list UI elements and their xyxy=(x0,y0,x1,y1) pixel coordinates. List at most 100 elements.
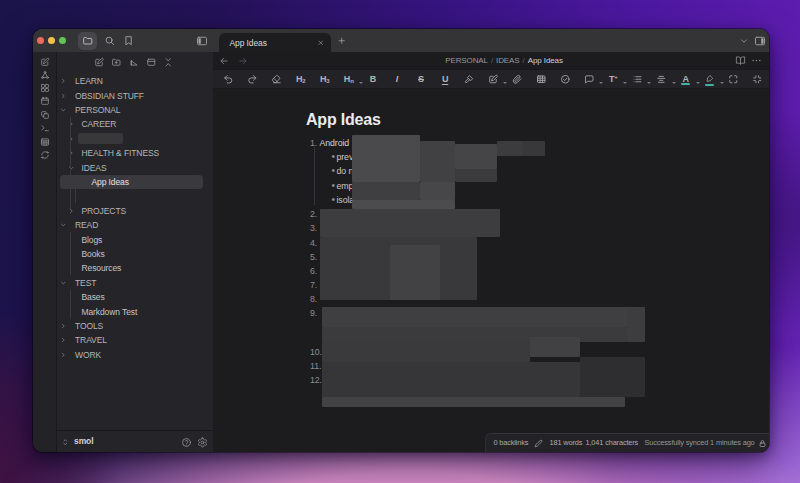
tree-label: LEARN xyxy=(75,76,103,86)
tree-label: App Ideas xyxy=(92,177,129,187)
panel-right-toggle-button[interactable] xyxy=(750,32,769,50)
fullscreen-icon[interactable] xyxy=(725,70,743,88)
eraser-icon[interactable] xyxy=(268,70,286,88)
minimize-button[interactable] xyxy=(48,37,55,44)
table-icon[interactable] xyxy=(532,70,550,88)
list-icon[interactable] xyxy=(628,70,646,88)
comment-icon[interactable] xyxy=(580,70,598,88)
tree-folder-test[interactable]: TEST xyxy=(57,276,214,290)
list-text-fragment: Android xyxy=(320,136,350,150)
new-tab-button[interactable] xyxy=(332,32,351,50)
tree-file-app-ideas[interactable]: App Ideas xyxy=(57,175,214,189)
text-size-button[interactable]: T+ xyxy=(604,70,622,88)
chevron-right-icon xyxy=(60,323,67,330)
bold-button[interactable]: B xyxy=(364,70,382,88)
zoom-button[interactable] xyxy=(59,37,66,44)
redacted-text-block xyxy=(322,342,530,362)
chevron-down-icon xyxy=(60,280,67,287)
redo-icon[interactable] xyxy=(244,70,262,88)
strikethrough-button[interactable]: S xyxy=(412,70,430,88)
font-color-button[interactable]: A xyxy=(677,70,695,88)
editor[interactable]: App Ideas 1.Android•prev•do n•emp•isola2… xyxy=(213,89,769,452)
chevron-right-icon xyxy=(68,208,75,215)
tree-file-books[interactable]: Books xyxy=(57,247,214,261)
redacted-text-block xyxy=(523,141,545,156)
underline-button[interactable]: U xyxy=(436,70,454,88)
new-note-button[interactable] xyxy=(94,57,105,68)
task-icon[interactable] xyxy=(556,70,574,88)
breadcrumb-segment[interactable]: PERSONAL xyxy=(445,56,488,65)
search-icon[interactable] xyxy=(101,32,120,50)
list-text-fragment: prev xyxy=(337,150,354,164)
tree-file-redacted[interactable] xyxy=(57,189,214,203)
sync-icon[interactable] xyxy=(33,150,57,160)
tree-folder-redacted[interactable] xyxy=(57,132,214,146)
reading-view-icon[interactable] xyxy=(735,55,746,66)
vault-switcher-icon[interactable] xyxy=(61,438,70,447)
indent-guide xyxy=(70,117,71,209)
more-options-icon[interactable] xyxy=(751,55,762,66)
glyph-label: I xyxy=(396,75,398,84)
indent-guide xyxy=(70,290,71,318)
bookmarks-icon[interactable] xyxy=(119,32,138,50)
base-icon[interactable] xyxy=(33,137,57,147)
redacted-text-block xyxy=(352,135,420,182)
heading-2-button[interactable]: H2 xyxy=(292,70,310,88)
heading-3-button[interactable]: H3 xyxy=(316,70,334,88)
templates-icon[interactable] xyxy=(33,110,57,120)
tree-folder-work[interactable]: WORK xyxy=(57,348,214,362)
tree-folder-projects[interactable]: PROJECTS xyxy=(57,204,214,218)
character-count: 1,041 characters xyxy=(586,434,639,452)
tree-file-bases[interactable]: Bases xyxy=(57,290,214,304)
tree-folder-personal[interactable]: PERSONAL xyxy=(57,103,214,117)
indent-icon[interactable] xyxy=(653,70,671,88)
tree-folder-travel[interactable]: TRAVEL xyxy=(57,333,214,347)
tree-label: HEALTH & FITNESS xyxy=(82,148,160,158)
help-icon[interactable] xyxy=(181,437,192,448)
canvas-icon[interactable] xyxy=(33,83,57,93)
sort-order-button[interactable] xyxy=(129,57,140,68)
tree-folder-career[interactable]: CAREER xyxy=(57,117,214,131)
chevron-right-icon xyxy=(60,92,67,99)
graph-view-icon[interactable] xyxy=(33,70,57,80)
exit-fullscreen-icon[interactable] xyxy=(749,70,767,88)
vault-name[interactable]: smol xyxy=(74,436,93,446)
tree-folder-tools[interactable]: TOOLS xyxy=(57,319,214,333)
tree-file-markdown-test[interactable]: Markdown Test xyxy=(57,304,214,318)
titlebar: App Ideas xyxy=(33,29,769,52)
new-note-icon[interactable] xyxy=(33,57,57,67)
breadcrumb-segment[interactable]: App Ideas xyxy=(528,56,563,65)
highlighter-icon[interactable] xyxy=(460,70,478,88)
dropdown-arrow xyxy=(599,82,603,84)
settings-icon[interactable] xyxy=(197,437,208,448)
undo-icon[interactable] xyxy=(220,70,238,88)
tree-folder-learn[interactable]: LEARN xyxy=(57,74,214,88)
tree-folder-health-fitness[interactable]: HEALTH & FITNESS xyxy=(57,146,214,160)
panel-left-toggle-button[interactable] xyxy=(193,32,212,50)
heading-n-button[interactable]: Hn xyxy=(340,70,358,88)
new-folder-button[interactable] xyxy=(111,57,122,68)
tree-folder-obsidian-stuff[interactable]: OBSIDIAN STUFF xyxy=(57,88,214,102)
italic-button[interactable]: I xyxy=(388,70,406,88)
background-color-icon[interactable] xyxy=(701,70,719,88)
redacted-text-block xyxy=(455,169,497,182)
attachment-icon[interactable] xyxy=(508,70,526,88)
auto-reveal-button[interactable] xyxy=(146,57,157,68)
command-palette-icon[interactable] xyxy=(33,123,57,133)
tab-app-ideas[interactable]: App Ideas xyxy=(219,33,331,52)
tree-folder-read[interactable]: READ xyxy=(57,218,214,232)
insert-callout-icon[interactable] xyxy=(484,70,502,88)
collapse-all-button[interactable] xyxy=(163,57,174,68)
close-button[interactable] xyxy=(37,37,44,44)
breadcrumb-separator: / xyxy=(488,56,496,65)
list-number: 11. xyxy=(310,359,321,373)
tree-file-blogs[interactable]: Blogs xyxy=(57,232,214,246)
files-icon[interactable] xyxy=(78,32,97,50)
breadcrumb-segment[interactable]: IDEAS xyxy=(496,56,520,65)
daily-note-icon[interactable] xyxy=(33,96,57,106)
tree-folder-ideas[interactable]: IDEAS xyxy=(57,160,214,174)
tab-close-icon[interactable] xyxy=(317,39,325,47)
backlinks-count: 0 backlinks xyxy=(494,434,529,452)
tree-file-resources[interactable]: Resources xyxy=(57,261,214,275)
indent-guide xyxy=(70,232,71,275)
